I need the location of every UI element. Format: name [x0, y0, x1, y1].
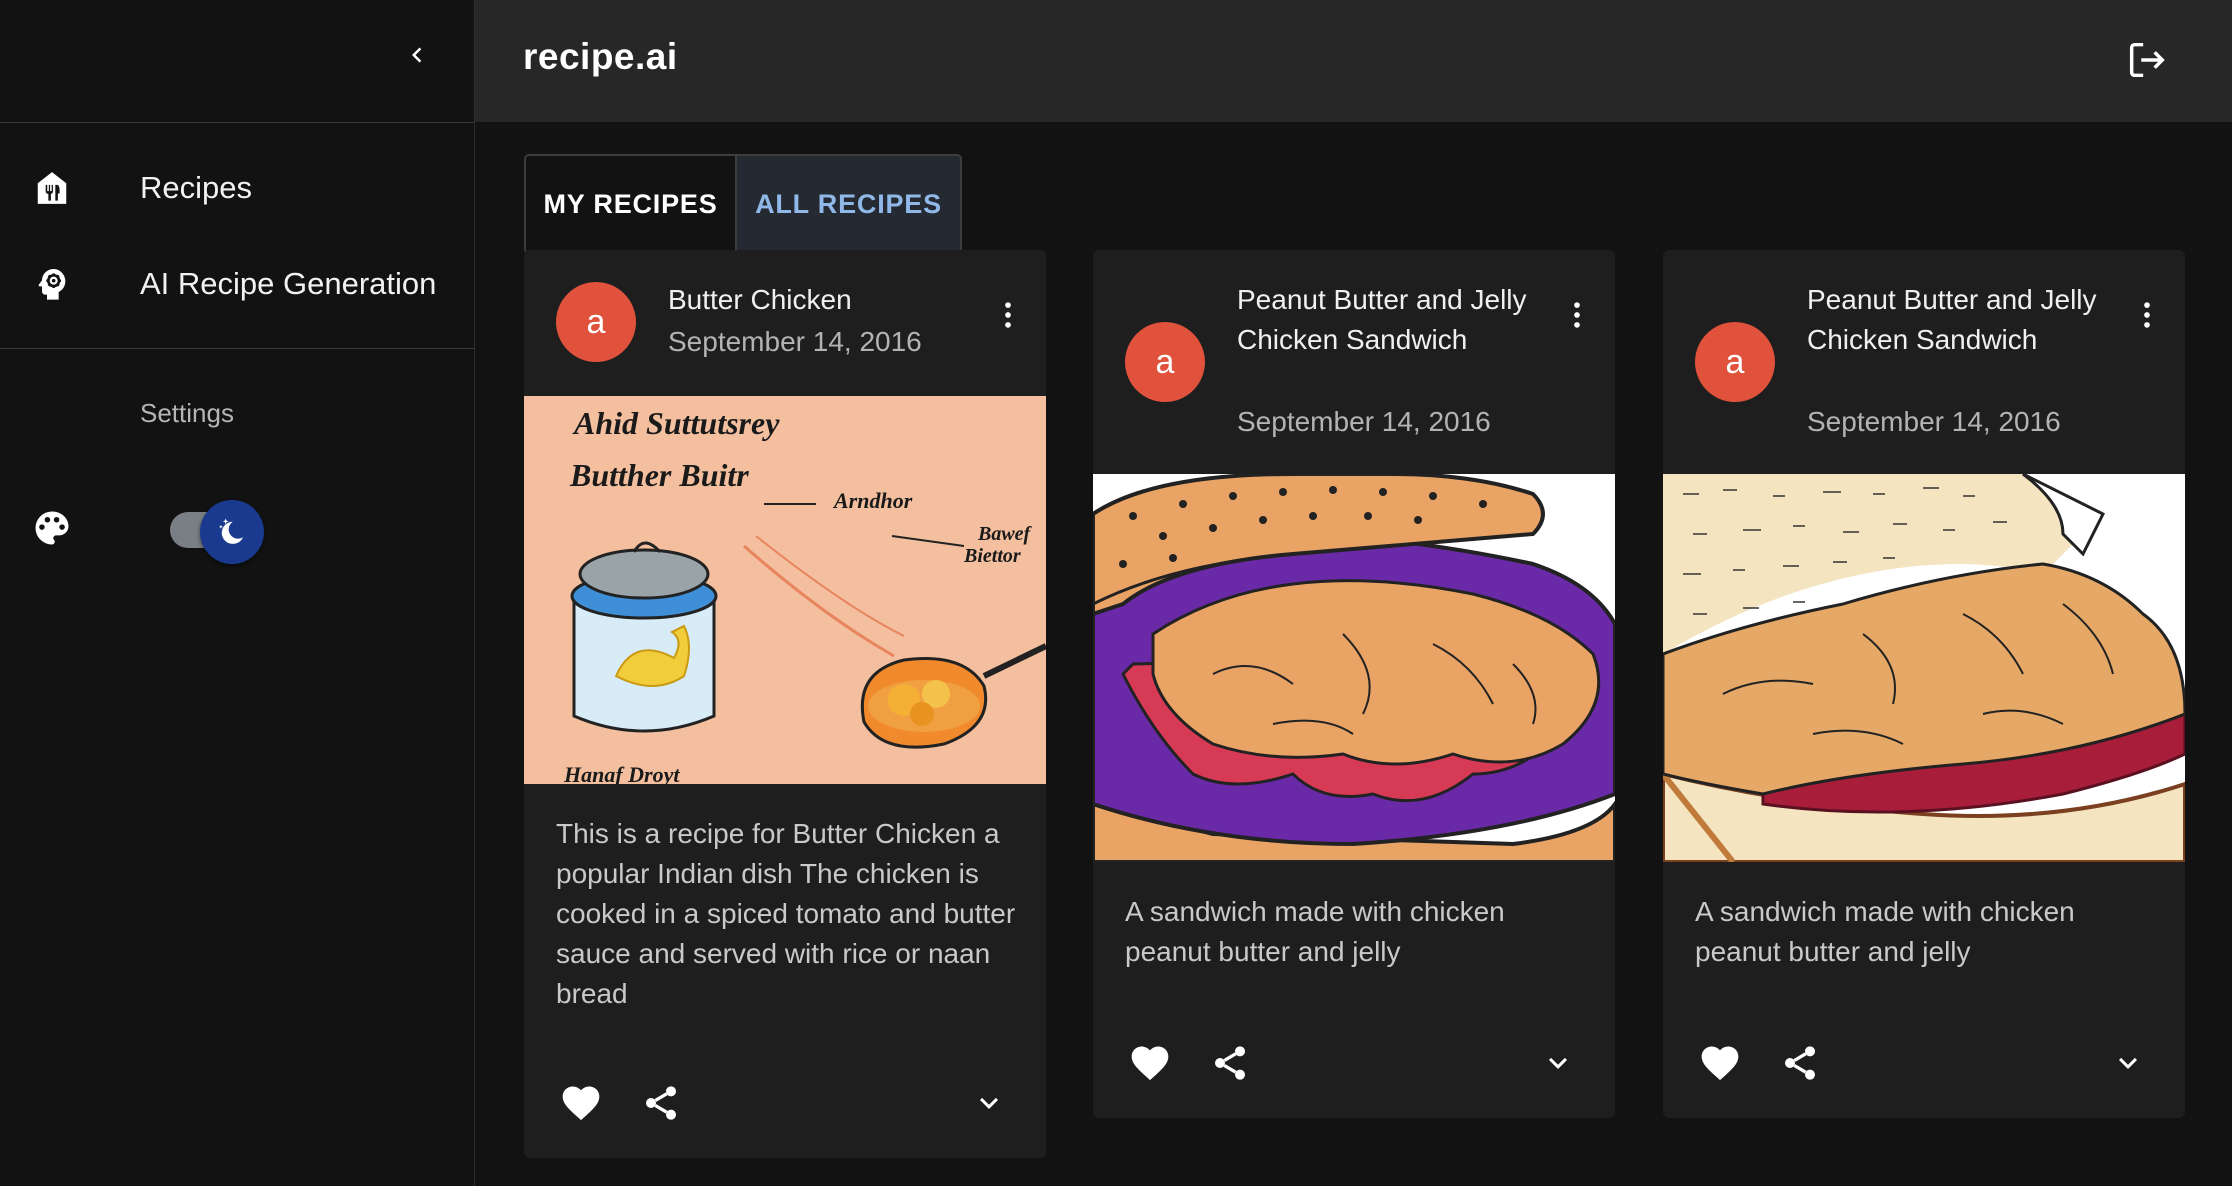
recipe-description: This is a recipe for Butter Chicken a po…: [556, 818, 1016, 1009]
expand-button[interactable]: [964, 1078, 1014, 1128]
sidebar-item-label: Recipes: [140, 170, 252, 205]
image-caption-line: Ahid Suttutsrey: [572, 405, 780, 441]
sidebar-item-ai-recipe-generation[interactable]: AI Recipe Generation: [0, 244, 474, 324]
recipe-tabs: MY RECIPES ALL RECIPES: [524, 154, 962, 254]
sidebar: Recipes AI Recipe Generation Settings: [0, 0, 475, 1186]
recipe-image[interactable]: [1663, 474, 2185, 862]
recipe-description: A sandwich made with chicken peanut butt…: [1695, 896, 2075, 967]
recipe-image[interactable]: [1093, 474, 1615, 862]
chevron-left-icon: [412, 47, 422, 63]
recipe-card: a Butter Chicken September 14, 2016 Ahid…: [524, 250, 1046, 1158]
image-caption-line: Butther Buitr: [569, 457, 749, 493]
recipe-description: A sandwich made with chicken peanut butt…: [1125, 896, 1505, 967]
avatar: a: [556, 282, 636, 362]
sidebar-item-recipes[interactable]: Recipes: [0, 148, 474, 228]
toggle-knob: [200, 500, 264, 564]
heart-icon: [562, 1086, 600, 1121]
logout-button[interactable]: [2121, 34, 2173, 86]
more-vert-icon: [1005, 302, 1011, 328]
share-icon: [646, 1086, 676, 1120]
sidebar-item-label: AI Recipe Generation: [140, 266, 437, 301]
collapse-sidebar-button[interactable]: [396, 34, 438, 76]
chevron-down-icon: [1549, 1057, 1567, 1069]
tab-all-recipes[interactable]: ALL RECIPES: [735, 156, 960, 252]
image-caption-line: Bawef: [977, 523, 1033, 545]
recipe-date: September 14, 2016: [1237, 406, 1491, 437]
recipe-card: a Peanut Butter and Jelly Chicken Sandwi…: [1093, 250, 1615, 1118]
recipe-card: a Peanut Butter and Jelly Chicken Sandwi…: [1663, 250, 2185, 1118]
more-options-button[interactable]: [988, 290, 1028, 340]
share-button[interactable]: [636, 1078, 686, 1128]
avatar: a: [1125, 322, 1205, 402]
image-caption-line: Hanaf Droyt: [563, 762, 680, 784]
restaurant-icon: [32, 168, 72, 208]
heart-icon: [1131, 1046, 1169, 1081]
more-vert-icon: [2144, 302, 2150, 328]
expand-button[interactable]: [2103, 1038, 2153, 1088]
ai-brain-icon: [32, 264, 72, 304]
recipe-image[interactable]: Ahid Suttutsrey Butther Buitr Arndhor Ba…: [524, 396, 1046, 784]
share-button[interactable]: [1775, 1038, 1825, 1088]
favorite-button[interactable]: [556, 1078, 606, 1128]
share-icon: [1215, 1046, 1245, 1080]
share-icon: [1785, 1046, 1815, 1080]
app-title: recipe.ai: [523, 36, 678, 77]
chevron-down-icon: [980, 1097, 998, 1109]
sidebar-header: [0, 0, 474, 123]
avatar: a: [1695, 322, 1775, 402]
more-vert-icon: [1574, 302, 1580, 328]
app-bar: recipe.ai: [475, 0, 2232, 122]
favorite-button[interactable]: [1695, 1038, 1745, 1088]
image-caption-line: Arndhor: [832, 488, 913, 513]
dark-mode-moon-icon: [218, 518, 244, 544]
recipe-title: Peanut Butter and Jelly Chicken Sandwich: [1237, 284, 1527, 355]
heart-icon: [1701, 1046, 1739, 1081]
settings-heading: Settings: [140, 398, 234, 428]
palette-icon: [30, 506, 74, 550]
logout-icon: [2129, 42, 2165, 78]
recipe-date: September 14, 2016: [1807, 406, 2061, 437]
sidebar-nav: Recipes AI Recipe Generation: [0, 123, 474, 349]
chevron-down-icon: [2119, 1057, 2137, 1069]
recipe-date: September 14, 2016: [668, 326, 922, 357]
recipe-title: Peanut Butter and Jelly Chicken Sandwich: [1807, 284, 2097, 355]
theme-toggle[interactable]: [168, 500, 268, 564]
recipe-title: Butter Chicken: [668, 284, 852, 315]
favorite-button[interactable]: [1125, 1038, 1175, 1088]
tab-my-recipes[interactable]: MY RECIPES: [526, 156, 736, 252]
expand-button[interactable]: [1533, 1038, 1583, 1088]
more-options-button[interactable]: [1557, 290, 1597, 340]
more-options-button[interactable]: [2127, 290, 2167, 340]
image-caption-line: Biettor: [963, 545, 1021, 567]
share-button[interactable]: [1205, 1038, 1255, 1088]
